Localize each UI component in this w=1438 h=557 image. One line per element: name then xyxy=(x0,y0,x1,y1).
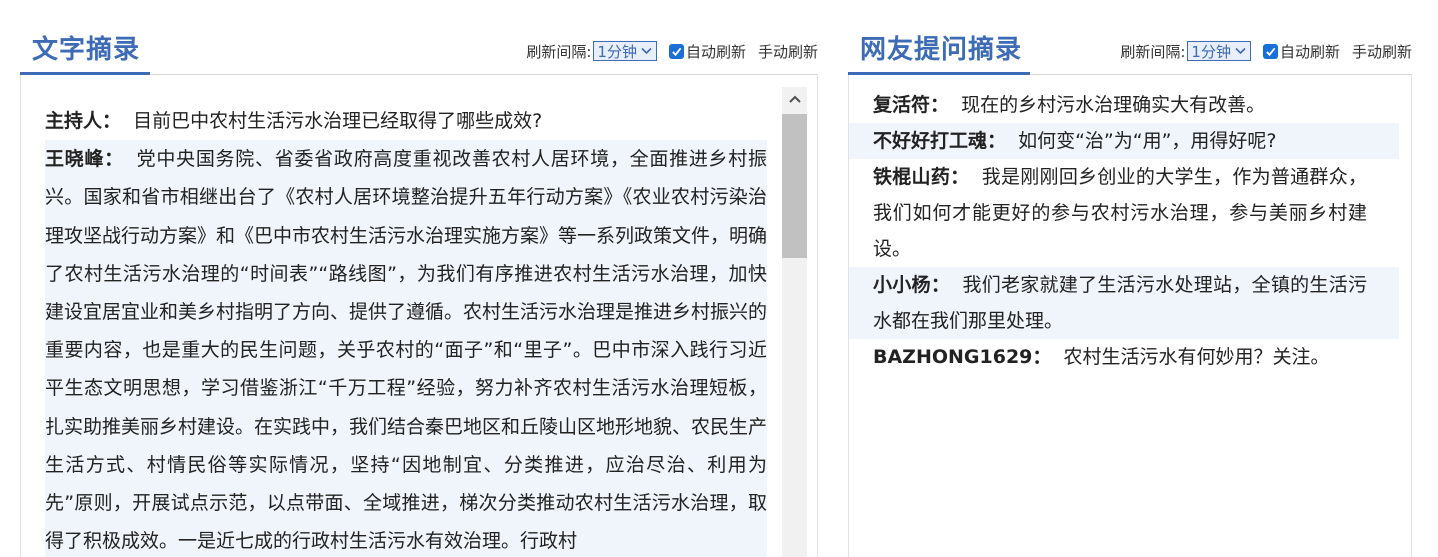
refresh-interval-select[interactable]: 1分钟 xyxy=(593,41,657,61)
entry-text: 目前巴中农村生活污水治理已经取得了哪些成效? xyxy=(133,110,543,132)
manual-refresh-button[interactable]: 手动刷新 xyxy=(1352,41,1412,62)
checkmark-icon xyxy=(672,47,682,56)
excerpt-list: 主持人： 目前巴中农村生活污水治理已经取得了哪些成效? 王晓峰： 党中央国务院、… xyxy=(45,102,767,557)
vertical-scrollbar[interactable] xyxy=(782,87,807,557)
excerpt-body: 主持人： 目前巴中农村生活污水治理已经取得了哪些成效? 王晓峰： 党中央国务院、… xyxy=(20,75,818,557)
text-excerpt-panel: 文字摘录 刷新间隔: 1分钟 自动刷新 手动刷新 主持人： 目前巴中农村生活污水… xyxy=(20,0,818,557)
panel-title: 网友提问摘录 xyxy=(860,35,1023,65)
chevron-down-icon xyxy=(641,45,652,58)
list-item: 铁棍山药： 我是刚刚回乡创业的大学生，作为普通群众，我们如何才能更好的参与农村污… xyxy=(849,159,1399,267)
speaker-name: 复活符： xyxy=(873,94,950,116)
refresh-interval-label: 刷新间隔: xyxy=(1120,42,1186,61)
list-item: BAZHONG1629： 农村生活污水有何妙用？关注。 xyxy=(849,339,1399,375)
refresh-interval-label: 刷新间隔: xyxy=(526,42,592,61)
questions-list: 复活符： 现在的乡村污水治理确实大有改善。 不好好打工魂： 如何变“治”为“用”… xyxy=(849,87,1399,375)
scrollbar-thumb[interactable] xyxy=(782,114,807,258)
refresh-controls: 刷新间隔: 1分钟 自动刷新 手动刷新 xyxy=(526,40,818,62)
questions-body: 复活符： 现在的乡村污水治理确实大有改善。 不好好打工魂： 如何变“治”为“用”… xyxy=(848,75,1412,557)
speaker-name: 铁棍山药： xyxy=(873,166,970,188)
list-item: 不好好打工魂： 如何变“治”为“用”，用得好呢? xyxy=(849,123,1399,159)
scroll-up-arrow-icon[interactable] xyxy=(782,87,807,111)
refresh-interval-select[interactable]: 1分钟 xyxy=(1187,41,1251,61)
list-item: 王晓峰： 党中央国务院、省委省政府高度重视改善农村人居环境，全面推进乡村振兴。国… xyxy=(45,140,767,557)
entry-text: 党中央国务院、省委省政府高度重视改善农村人居环境，全面推进乡村振兴。国家和省市相… xyxy=(45,148,768,553)
list-item: 主持人： 目前巴中农村生活污水治理已经取得了哪些成效? xyxy=(45,102,767,140)
auto-refresh-label[interactable]: 自动刷新 xyxy=(1280,41,1340,62)
auto-refresh-checkbox[interactable] xyxy=(1262,43,1278,59)
entry-text: 如何变“治”为“用”，用得好呢? xyxy=(1018,130,1277,152)
checkmark-icon xyxy=(1266,47,1276,56)
speaker-name: 王晓峰： xyxy=(45,148,124,171)
speaker-name: 不好好打工魂： xyxy=(873,130,1007,152)
speaker-name: BAZHONG1629： xyxy=(873,346,1052,368)
refresh-interval-value: 1分钟 xyxy=(597,42,637,61)
auto-refresh-label[interactable]: 自动刷新 xyxy=(686,41,746,62)
list-item: 小小杨： 我们老家就建了生活污水处理站，全镇的生活污水都在我们那里处理。 xyxy=(849,267,1399,339)
user-questions-panel: 网友提问摘录 刷新间隔: 1分钟 自动刷新 手动刷新 复活符： 现在的乡村污水治… xyxy=(848,0,1412,557)
speaker-name: 小小杨： xyxy=(873,274,951,296)
manual-refresh-button[interactable]: 手动刷新 xyxy=(758,41,818,62)
entry-text: 农村生活污水有何妙用？关注。 xyxy=(1063,346,1330,368)
panel-header: 文字摘录 刷新间隔: 1分钟 自动刷新 手动刷新 xyxy=(20,0,818,75)
panel-header: 网友提问摘录 刷新间隔: 1分钟 自动刷新 手动刷新 xyxy=(848,0,1412,75)
entry-text: 现在的乡村污水治理确实大有改善。 xyxy=(961,94,1266,116)
speaker-name: 主持人： xyxy=(45,110,122,132)
refresh-controls: 刷新间隔: 1分钟 自动刷新 手动刷新 xyxy=(1120,40,1412,62)
list-item: 复活符： 现在的乡村污水治理确实大有改善。 xyxy=(849,87,1399,123)
auto-refresh-checkbox[interactable] xyxy=(668,43,684,59)
chevron-down-icon xyxy=(1235,45,1246,58)
panel-title: 文字摘录 xyxy=(32,35,141,65)
refresh-interval-value: 1分钟 xyxy=(1191,42,1231,61)
